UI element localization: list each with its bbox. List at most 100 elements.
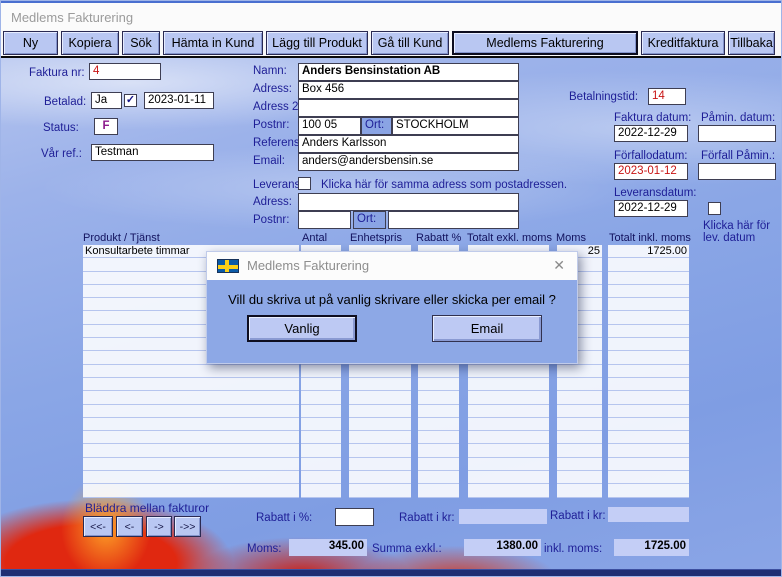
table-cell-produkt[interactable]	[83, 365, 299, 378]
table-cell-enhetspris[interactable]	[349, 378, 411, 391]
nav-button-0[interactable]: <<-	[83, 516, 113, 537]
table-cell-totalt_inkl[interactable]	[608, 484, 689, 497]
email-field[interactable]: anders@andersbensin.se	[298, 153, 519, 171]
toolbar-button-ga-till-kund[interactable]: Gå till Kund	[371, 31, 449, 55]
email-button[interactable]: Email	[432, 315, 542, 342]
betalningstid-field[interactable]: 14	[648, 88, 686, 105]
table-cell-antal[interactable]	[301, 418, 341, 431]
table-cell-totalt_exkl[interactable]	[468, 444, 549, 457]
ort-field[interactable]: STOCKHOLM	[392, 117, 519, 135]
table-cell-produkt[interactable]	[83, 471, 299, 484]
nav-button-1[interactable]: <-	[116, 516, 143, 537]
table-cell-totalt_inkl[interactable]	[608, 458, 689, 471]
table-cell-enhetspris[interactable]	[349, 484, 411, 497]
table-cell-totalt_inkl[interactable]	[608, 471, 689, 484]
status-field[interactable]: F	[94, 118, 118, 135]
table-cell-produkt[interactable]	[83, 405, 299, 418]
table-cell-rabatt[interactable]	[418, 431, 459, 444]
table-cell-antal[interactable]	[301, 405, 341, 418]
lev-datum-checkbox[interactable]	[708, 202, 721, 215]
table-cell-produkt[interactable]	[83, 484, 299, 497]
table-cell-totalt_inkl[interactable]	[608, 418, 689, 431]
table-cell-rabatt[interactable]	[418, 365, 459, 378]
table-cell-rabatt[interactable]	[418, 444, 459, 457]
table-cell-rabatt[interactable]	[418, 405, 459, 418]
toolbar-button-kreditfaktura[interactable]: Kreditfaktura	[641, 31, 725, 55]
table-cell-totalt_inkl[interactable]	[608, 298, 689, 311]
leverans-checkbox[interactable]	[298, 177, 311, 190]
table-cell-produkt[interactable]	[83, 418, 299, 431]
table-cell-totalt_exkl[interactable]	[468, 365, 549, 378]
toolbar-button-kopiera[interactable]: Kopiera	[61, 31, 119, 55]
table-cell-produkt[interactable]	[83, 378, 299, 391]
table-cell-totalt_exkl[interactable]	[468, 471, 549, 484]
table-cell-antal[interactable]	[301, 365, 341, 378]
namn-field[interactable]: Anders Bensinstation AB	[298, 63, 519, 81]
table-cell-rabatt[interactable]	[418, 484, 459, 497]
table-cell-totalt_exkl[interactable]	[468, 378, 549, 391]
table-cell-enhetspris[interactable]	[349, 365, 411, 378]
table-cell-totalt_inkl[interactable]	[608, 351, 689, 364]
table-cell-enhetspris[interactable]	[349, 418, 411, 431]
table-cell-enhetspris[interactable]	[349, 471, 411, 484]
forfall-pamin-field[interactable]	[698, 163, 776, 180]
pamin-datum-field[interactable]	[698, 125, 776, 142]
table-cell-rabatt[interactable]	[418, 391, 459, 404]
toolbar-button-medlems-fakturering[interactable]: Medlems Fakturering	[452, 31, 638, 55]
table-cell-totalt_exkl[interactable]	[468, 484, 549, 497]
rabatt-pct-input[interactable]	[335, 508, 374, 526]
table-cell-produkt[interactable]	[83, 444, 299, 457]
table-cell-totalt_inkl[interactable]	[608, 311, 689, 324]
table-cell-totalt_inkl[interactable]	[608, 391, 689, 404]
table-cell-totalt_inkl[interactable]: 1725.00	[608, 245, 689, 258]
leverans-adress-field[interactable]	[298, 193, 519, 211]
table-cell-moms[interactable]	[557, 391, 602, 404]
table-cell-enhetspris[interactable]	[349, 444, 411, 457]
table-cell-moms[interactable]	[557, 431, 602, 444]
table-cell-totalt_inkl[interactable]	[608, 338, 689, 351]
table-cell-moms[interactable]	[557, 444, 602, 457]
adress2-field[interactable]	[298, 99, 519, 117]
table-cell-moms[interactable]	[557, 458, 602, 471]
table-cell-totalt_inkl[interactable]	[608, 258, 689, 271]
postnr-field[interactable]: 100 05	[298, 117, 361, 135]
table-cell-totalt_inkl[interactable]	[608, 272, 689, 285]
leveransdatum-field[interactable]: 2022-12-29	[614, 200, 688, 217]
table-cell-moms[interactable]	[557, 418, 602, 431]
toolbar-button-hamta-in-kund[interactable]: Hämta in Kund	[163, 31, 263, 55]
table-cell-moms[interactable]	[557, 378, 602, 391]
toolbar-button-ny[interactable]: Ny	[3, 31, 58, 55]
window-titlebar[interactable]: Medlems Fakturering	[1, 1, 781, 30]
table-cell-antal[interactable]	[301, 471, 341, 484]
toolbar-button-tillbaka[interactable]: Tillbaka	[728, 31, 775, 55]
close-icon[interactable]: ✕	[553, 257, 565, 274]
dialog-titlebar[interactable]: Medlems Fakturering ✕	[207, 252, 577, 280]
table-cell-enhetspris[interactable]	[349, 405, 411, 418]
table-cell-antal[interactable]	[301, 484, 341, 497]
betalad-checkbox[interactable]: ✓	[124, 94, 137, 107]
table-cell-totalt_exkl[interactable]	[468, 418, 549, 431]
table-cell-enhetspris[interactable]	[349, 391, 411, 404]
forfallodatum-field[interactable]: 2023-01-12	[614, 163, 688, 180]
betalad-datum-field[interactable]: 2023-01-11	[144, 92, 214, 109]
table-cell-totalt_exkl[interactable]	[468, 391, 549, 404]
table-cell-produkt[interactable]	[83, 391, 299, 404]
table-cell-antal[interactable]	[301, 431, 341, 444]
table-cell-moms[interactable]	[557, 471, 602, 484]
faktura-nr-field[interactable]: 4	[89, 63, 161, 80]
var-ref-field[interactable]: Testman	[91, 144, 214, 161]
table-cell-totalt_exkl[interactable]	[468, 458, 549, 471]
referens-field[interactable]: Anders Karlsson	[298, 135, 519, 153]
table-cell-produkt[interactable]	[83, 458, 299, 471]
betalad-field[interactable]: Ja	[91, 92, 122, 109]
adress-field[interactable]: Box 456	[298, 81, 519, 99]
table-cell-moms[interactable]	[557, 484, 602, 497]
table-cell-totalt_inkl[interactable]	[608, 431, 689, 444]
leverans-postnr-field[interactable]	[298, 211, 351, 229]
table-cell-enhetspris[interactable]	[349, 431, 411, 444]
table-cell-antal[interactable]	[301, 378, 341, 391]
table-cell-moms[interactable]	[557, 405, 602, 418]
table-cell-antal[interactable]	[301, 458, 341, 471]
table-cell-rabatt[interactable]	[418, 458, 459, 471]
table-cell-produkt[interactable]	[83, 431, 299, 444]
